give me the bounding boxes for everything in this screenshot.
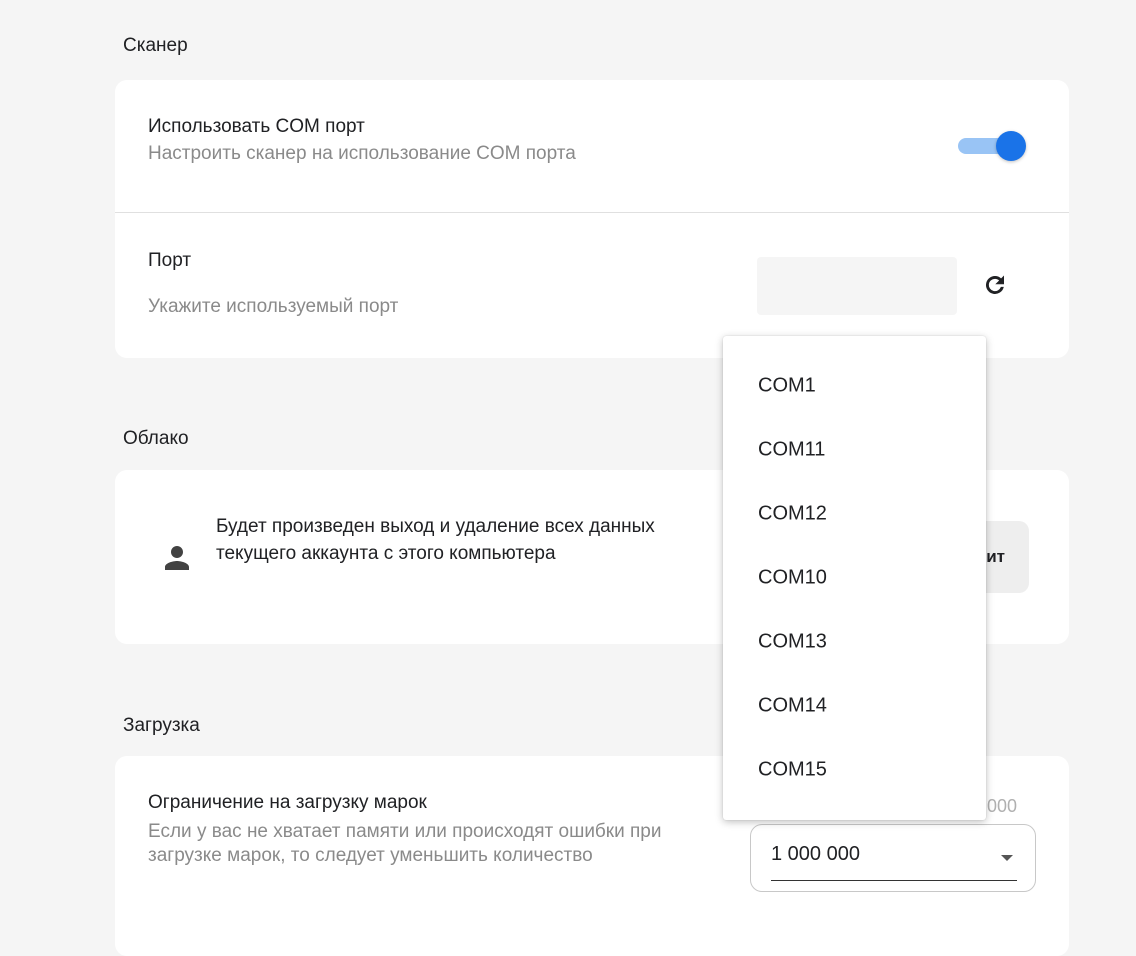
menu-item-com12[interactable]: COM12 — [723, 482, 986, 546]
port-dropdown-menu: COM1 COM11 COM12 COM10 COM13 COM14 COM15 — [723, 336, 986, 820]
limit-subtitle: Если у вас не хватает памяти или происхо… — [148, 821, 662, 866]
toggle-knob — [996, 131, 1026, 161]
limit-title: Ограничение на загрузку марок — [148, 792, 427, 813]
limit-select-value: 1 000 000 — [771, 843, 860, 865]
limit-select[interactable]: 1 000 000 — [750, 824, 1036, 892]
port-select[interactable] — [757, 257, 957, 315]
port-title: Порт — [148, 250, 192, 271]
menu-item-com15[interactable]: COM15 — [723, 738, 986, 802]
menu-item-com10[interactable]: COM10 — [723, 546, 986, 610]
refresh-button[interactable] — [975, 265, 1015, 305]
person-icon — [165, 546, 189, 570]
menu-item-com1[interactable]: COM1 — [723, 354, 986, 418]
divider — [115, 212, 1069, 213]
menu-item-com11[interactable]: COM11 — [723, 418, 986, 482]
cloud-section-title: Облако — [123, 428, 189, 449]
select-underline — [771, 880, 1017, 881]
scanner-card: Использовать COM порт Настроить сканер н… — [115, 80, 1069, 358]
load-section-title: Загрузка — [123, 715, 200, 736]
menu-item-com14[interactable]: COM14 — [723, 674, 986, 738]
logout-button-label: ит — [986, 547, 1005, 566]
chevron-down-icon — [1001, 855, 1013, 861]
menu-item-com13[interactable]: COM13 — [723, 610, 986, 674]
cloud-description: Будет произведен выход и удаление всех д… — [216, 516, 655, 564]
scanner-section-title: Сканер — [123, 35, 188, 56]
port-subtitle: Укажите используемый порт — [148, 296, 399, 317]
use-com-title: Использовать COM порт — [148, 116, 365, 137]
refresh-icon — [986, 275, 1004, 294]
use-com-toggle[interactable] — [958, 131, 1026, 161]
use-com-subtitle: Настроить сканер на использование COM по… — [148, 143, 576, 164]
limit-hint: 000 — [987, 796, 1018, 816]
